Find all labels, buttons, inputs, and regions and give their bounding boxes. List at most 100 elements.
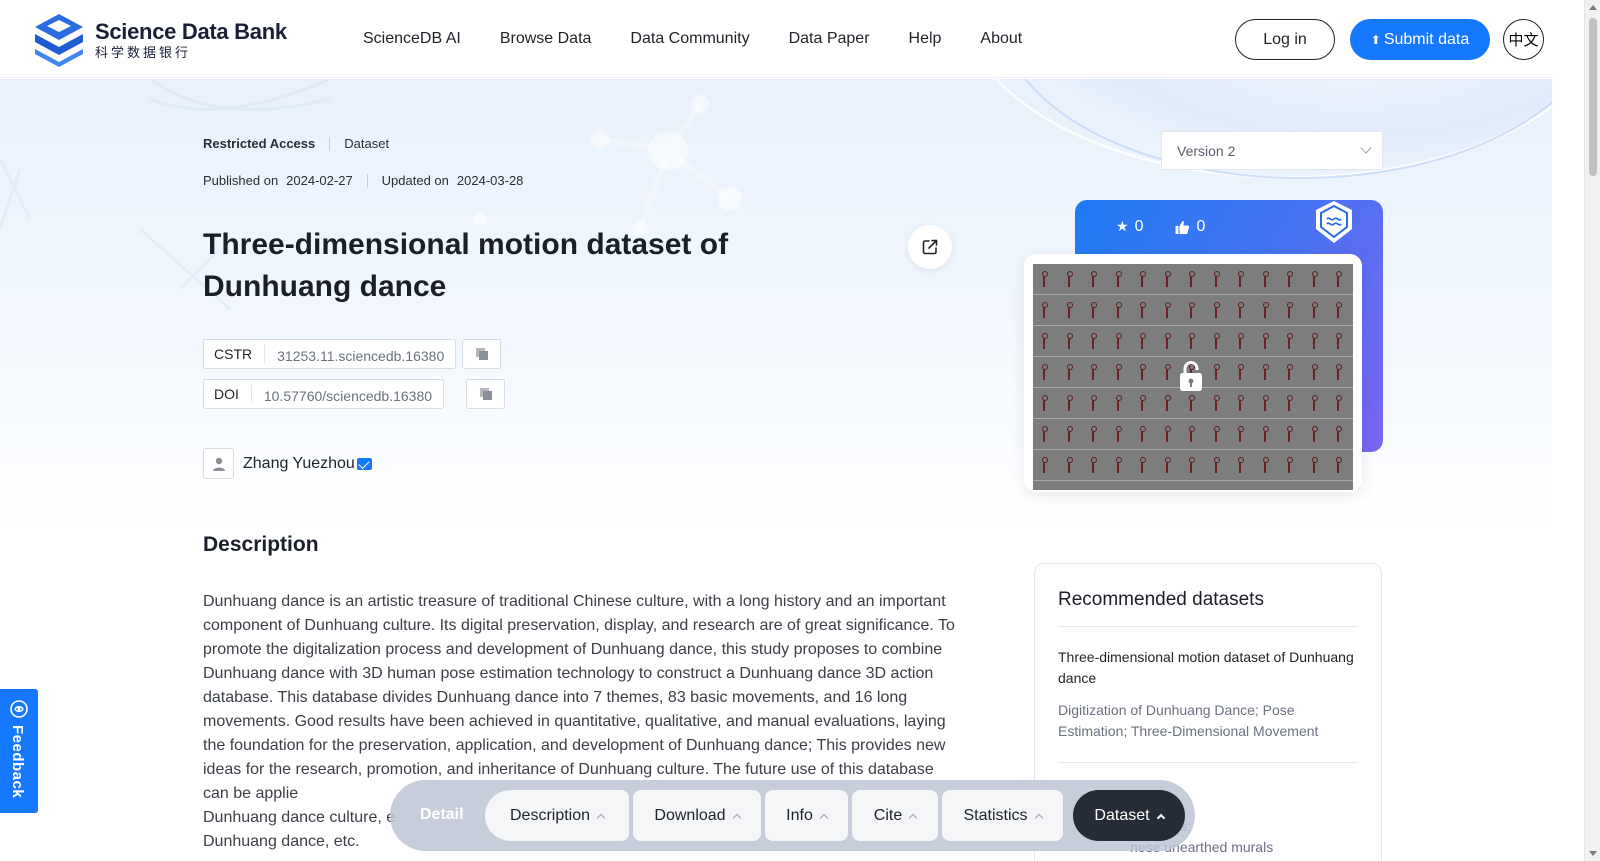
- nav-statistics[interactable]: Statistics: [942, 790, 1063, 841]
- like-stat[interactable]: 0: [1175, 218, 1205, 236]
- nav-data-community[interactable]: Data Community: [630, 30, 749, 48]
- dance-figure: [1115, 302, 1122, 318]
- submit-data-button[interactable]: ⬆ Submit data: [1350, 19, 1490, 60]
- dance-figure: [1164, 395, 1171, 411]
- dance-figure: [1262, 457, 1269, 473]
- dance-figure: [1041, 395, 1048, 411]
- page-title: Three-dimensional motion dataset of Dunh…: [203, 228, 729, 303]
- dance-figure: [1164, 302, 1171, 318]
- scroll-down-arrow[interactable]: [1589, 851, 1597, 856]
- chevron-up-icon: [1034, 813, 1043, 822]
- dance-figure: [1066, 426, 1073, 442]
- cstr-identifier: CSTR 31253.11.sciencedb.16380: [203, 339, 457, 369]
- dance-figure: [1262, 271, 1269, 287]
- doi-value[interactable]: 10.57760/sciencedb.16380: [252, 388, 443, 404]
- description-heading: Description: [203, 533, 319, 556]
- dance-figure: [1335, 333, 1342, 349]
- nav-dataset-active[interactable]: Dataset: [1073, 790, 1185, 841]
- feedback-button[interactable]: Feedback: [0, 689, 38, 813]
- dance-figure: [1237, 333, 1244, 349]
- dance-figure: [1213, 271, 1220, 287]
- nav-help[interactable]: Help: [909, 30, 942, 48]
- page-scrollbar[interactable]: [1584, 0, 1600, 861]
- main-nav: ScienceDB AI Browse Data Data Community …: [363, 30, 1061, 48]
- cstr-value[interactable]: 31253.11.sciencedb.16380: [265, 348, 455, 364]
- dance-figure: [1041, 271, 1048, 287]
- dance-figure: [1164, 271, 1171, 287]
- login-button[interactable]: Log in: [1235, 19, 1335, 60]
- nav-download[interactable]: Download: [633, 790, 761, 841]
- dance-figure: [1286, 302, 1293, 318]
- dance-figure: [1213, 395, 1220, 411]
- dance-figure: [1066, 457, 1073, 473]
- star-count: 0: [1134, 218, 1144, 235]
- language-switch-button[interactable]: 中文: [1503, 19, 1544, 60]
- description-body: Dunhuang dance is an artistic treasure o…: [203, 593, 955, 802]
- recommended-item-title[interactable]: Three-dimensional motion dataset of Dunh…: [1058, 647, 1363, 689]
- thumbs-up-icon: [1175, 220, 1190, 234]
- dance-figure: [1286, 271, 1293, 287]
- dance-figure: [1213, 457, 1220, 473]
- dance-figure: [1115, 457, 1122, 473]
- chevron-up-icon: [819, 813, 829, 822]
- dance-figure: [1188, 333, 1195, 349]
- type-label: Dataset: [344, 136, 390, 151]
- chevron-up-icon: [1156, 813, 1165, 822]
- version-select[interactable]: Version 2: [1161, 131, 1383, 170]
- copy-doi-button[interactable]: [466, 379, 505, 409]
- author-name[interactable]: Zhang Yuezhou: [243, 455, 355, 473]
- nav-data-paper[interactable]: Data Paper: [789, 30, 870, 48]
- dance-figure: [1139, 271, 1146, 287]
- logo-icon: [35, 14, 83, 67]
- dance-figure: [1090, 364, 1097, 380]
- dataset-stats: ★ 0 0: [1116, 218, 1237, 236]
- nav-description-label: Description: [509, 806, 591, 824]
- logo[interactable]: Science Data Bank 科学数据银行: [31, 12, 287, 68]
- nav-description[interactable]: Description: [485, 790, 629, 841]
- avatar: [203, 448, 234, 479]
- dance-figure: [1164, 333, 1171, 349]
- upload-icon: ⬆: [1370, 32, 1381, 47]
- dance-figure: [1041, 333, 1048, 349]
- cstr-label: CSTR: [204, 345, 266, 363]
- chevron-down-icon: [1360, 142, 1372, 154]
- nav-info[interactable]: Info: [765, 790, 848, 841]
- dance-figure: [1066, 333, 1073, 349]
- thumbnail-row: [1033, 450, 1353, 481]
- share-button[interactable]: [908, 225, 952, 269]
- like-count: 0: [1196, 218, 1206, 235]
- chevron-up-icon: [732, 813, 741, 822]
- dance-figure: [1139, 364, 1146, 380]
- nav-sciencedb-ai[interactable]: ScienceDB AI: [363, 30, 461, 48]
- dance-figure: [1164, 457, 1171, 473]
- dance-figure: [1164, 364, 1171, 380]
- scroll-up-arrow[interactable]: [1589, 5, 1597, 10]
- thumbnail-row: [1033, 419, 1353, 450]
- published-label: Published on: [203, 173, 279, 188]
- scrollbar-thumb[interactable]: [1589, 18, 1597, 176]
- nav-about[interactable]: About: [980, 30, 1022, 48]
- dance-figure: [1335, 271, 1342, 287]
- copy-icon: [475, 348, 488, 360]
- nav-browse-data[interactable]: Browse Data: [500, 30, 592, 48]
- dance-figure: [1090, 271, 1097, 287]
- detail-label: Detail: [420, 806, 464, 823]
- star-stat[interactable]: ★ 0: [1116, 218, 1143, 236]
- logo-text-cn: 科学数据银行: [95, 44, 192, 60]
- chevron-up-icon: [908, 813, 918, 822]
- copy-cstr-button[interactable]: [462, 339, 501, 369]
- nav-download-label: Download: [654, 806, 726, 824]
- dance-figure: [1090, 426, 1097, 442]
- dance-figure: [1115, 364, 1122, 380]
- dance-figure: [1335, 364, 1342, 380]
- dance-figure: [1237, 364, 1244, 380]
- nav-cite[interactable]: Cite: [852, 790, 938, 841]
- dance-figure: [1090, 457, 1097, 473]
- logo-text-en: Science Data Bank: [95, 18, 287, 44]
- divider: [1058, 626, 1358, 627]
- dance-figure: [1139, 395, 1146, 411]
- email-icon[interactable]: [356, 457, 372, 470]
- feedback-label: Feedback: [9, 725, 26, 799]
- dance-figure: [1115, 271, 1122, 287]
- recommended-item-keywords: Digitization of Dunhuang Dance; Pose Est…: [1058, 702, 1319, 739]
